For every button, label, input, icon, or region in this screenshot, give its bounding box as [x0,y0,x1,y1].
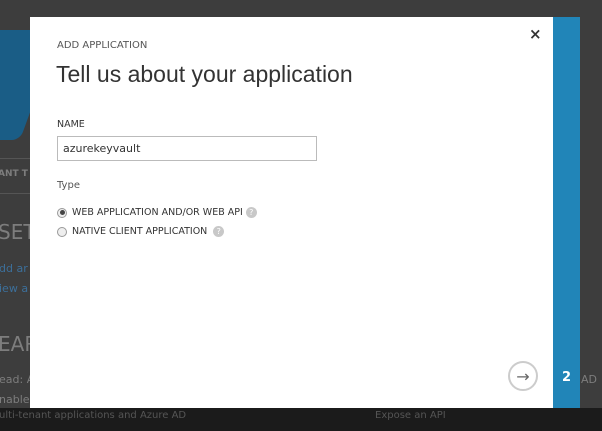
bg-text: ulti-tenant applications and Azure AD [0,410,187,421]
add-application-dialog: ADD APPLICATION Tell us about your appli… [30,17,553,408]
next-arrow-button[interactable]: → [508,361,538,391]
help-icon[interactable]: ? [245,207,257,218]
bg-link: iew a [0,282,29,295]
bg-text: nable [0,393,30,406]
radio-label: NATIVE CLIENT APPLICATION [72,226,208,237]
dialog-title: Tell us about your application [56,61,353,87]
help-icon[interactable]: ? [213,226,225,237]
bottom-bar: ulti-tenant applications and Azure AD Ex… [0,408,602,431]
radio-button-selected[interactable] [57,207,67,218]
radio-native-client[interactable]: NATIVE CLIENT APPLICATION ? [57,226,225,237]
radio-button[interactable] [57,226,67,237]
radio-label: WEB APPLICATION AND/OR WEB API [72,207,243,218]
step-number: 2 [561,370,572,385]
bg-text: ANT T [0,169,28,179]
name-label: NAME [57,119,85,130]
bg-text: AD [581,373,597,386]
divider [0,158,30,159]
dialog-subtitle: ADD APPLICATION [57,40,148,51]
type-label: Type [57,180,80,191]
wizard-step-strip [553,17,580,408]
bg-link: dd ar [0,262,28,275]
radio-web-application[interactable]: WEB APPLICATION AND/OR WEB API ? [57,207,257,218]
close-icon[interactable]: × [529,25,542,43]
name-input[interactable] [57,136,317,161]
divider [0,193,30,194]
bg-text: Expose an API [375,410,446,421]
